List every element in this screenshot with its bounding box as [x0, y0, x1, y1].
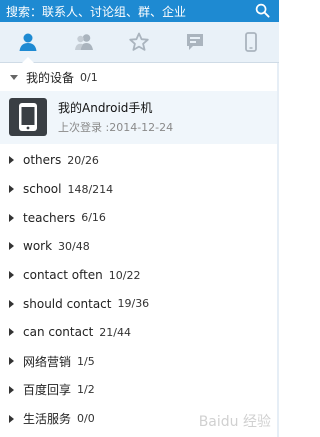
group-count: 148/214: [67, 182, 114, 196]
group-count: 21/44: [99, 325, 131, 339]
group-label: contact often: [23, 268, 103, 283]
person-icon: [19, 33, 37, 51]
group-item[interactable]: contact often 10/22: [0, 261, 279, 290]
chevron-right-icon: [9, 242, 14, 251]
android-phone-avatar: [9, 98, 47, 136]
group-label: school: [23, 182, 62, 197]
group-item[interactable]: work 30/48: [0, 232, 279, 261]
group-label: can contact: [23, 325, 94, 340]
group-label: 我的设备: [26, 70, 75, 85]
tab-favorites[interactable]: [112, 22, 168, 62]
group-list: others 20/26 school 148/214 teachers 6/1…: [0, 146, 279, 433]
tab-bar: [0, 22, 279, 63]
search-input[interactable]: 搜索：联系人、讨论组、群、企业: [0, 3, 186, 20]
group-count: 0/0: [77, 412, 95, 426]
chevron-right-icon: [9, 328, 14, 337]
group-item[interactable]: 百度回享 1/2: [0, 376, 279, 405]
device-item[interactable]: 我的Android手机 上次登录 :2014-12-24: [0, 91, 279, 144]
group-count: 30/48: [58, 239, 90, 253]
chevron-right-icon: [9, 156, 14, 165]
group-item[interactable]: teachers 6/16: [0, 203, 279, 232]
group-label: should contact: [23, 296, 112, 311]
tab-devices[interactable]: [223, 22, 279, 62]
group-item[interactable]: 网络营销 1/5: [0, 347, 279, 376]
people-icon: [74, 34, 93, 50]
group-item[interactable]: can contact 21/44: [0, 318, 279, 347]
contact-list[interactable]: 我的设备 0/1 我的Android手机 上次登录 :2014-12-24 ot…: [0, 63, 279, 437]
group-count: 0/1: [80, 70, 98, 84]
group-label: 百度回享: [23, 383, 72, 398]
group-count: 20/26: [67, 153, 99, 167]
tab-contacts[interactable]: [0, 22, 56, 62]
group-label: others: [23, 153, 62, 168]
chevron-right-icon: [9, 213, 14, 222]
search-icon[interactable]: [255, 3, 270, 18]
contacts-panel: 搜索：联系人、讨论组、群、企业 我的设备 0/1 我的Android手机 上次登…: [0, 0, 279, 437]
tab-messages[interactable]: [167, 22, 223, 62]
tab-groups[interactable]: [56, 22, 112, 62]
star-icon: [129, 32, 150, 51]
chevron-right-icon: [9, 271, 14, 280]
phone-icon: [19, 103, 37, 131]
group-count: 1/2: [77, 383, 95, 397]
chevron-right-icon: [9, 414, 14, 423]
chat-bubble-icon: [187, 34, 204, 50]
group-label: 生活服务: [23, 412, 72, 427]
scrollbar-track[interactable]: [277, 63, 279, 437]
group-count: 10/22: [108, 268, 141, 282]
watermark: Baidu 经验: [198, 414, 271, 430]
group-label: 网络营销: [23, 354, 72, 369]
chevron-right-icon: [9, 357, 14, 366]
group-count: 1/5: [77, 354, 95, 368]
chevron-right-icon: [9, 299, 14, 308]
phone-icon: [245, 32, 257, 52]
group-label: work: [23, 239, 53, 254]
device-last-login: 上次登录 :2014-12-24: [58, 121, 174, 134]
chevron-right-icon: [9, 185, 14, 194]
chevron-right-icon: [9, 385, 14, 394]
group-item[interactable]: others 20/26: [0, 146, 279, 175]
device-name: 我的Android手机: [58, 101, 153, 115]
group-count: 6/16: [81, 211, 106, 225]
group-item[interactable]: school 148/214: [0, 175, 279, 204]
search-bar[interactable]: 搜索：联系人、讨论组、群、企业: [0, 0, 279, 22]
group-count: 19/36: [117, 297, 150, 311]
group-my-devices[interactable]: 我的设备 0/1: [0, 63, 279, 91]
group-label: teachers: [23, 210, 76, 225]
chevron-down-icon: [10, 74, 18, 80]
group-item[interactable]: should contact 19/36: [0, 289, 279, 318]
